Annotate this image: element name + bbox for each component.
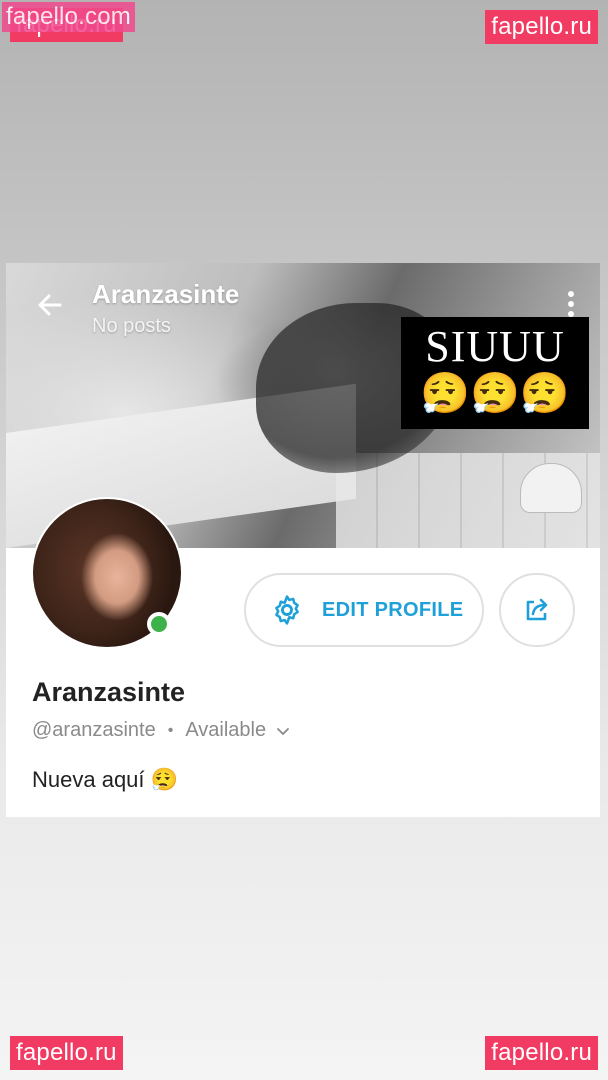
cover-sticker: SIUUU 😮‍💨😮‍💨😮‍💨 [401, 317, 589, 429]
online-status-indicator [147, 612, 171, 636]
watermark-bottom-right: fapello.ru [485, 1036, 598, 1070]
watermark-top-right: fapello.ru [485, 10, 598, 44]
profile-name: Aranzasinte [32, 677, 186, 707]
watermark-bottom-left: fapello.ru [10, 1036, 123, 1070]
profile-handle: @aranzasinte [32, 719, 156, 741]
edit-profile-label: EDIT PROFILE [322, 598, 464, 621]
sticker-text: SIUUU [425, 322, 565, 371]
share-button[interactable] [499, 573, 575, 647]
header-title: Aranzasinte [92, 279, 240, 309]
arrow-left-icon[interactable] [34, 289, 66, 321]
edit-profile-button[interactable]: EDIT PROFILE [244, 573, 484, 647]
profile-bio: Nueva aquí 😮‍💨 [32, 767, 179, 792]
chevron-down-icon[interactable] [274, 722, 292, 740]
share-icon [526, 598, 548, 621]
gear-icon [275, 595, 299, 625]
handle-status-row: @aranzasinte • Available [32, 719, 292, 742]
separator-dot: • [167, 721, 174, 739]
availability-status[interactable]: Available [185, 719, 266, 742]
watermark-top-left-overlay: fapello.com [2, 2, 135, 32]
cover-photo-lamp [520, 463, 582, 513]
sticker-emojis: 😮‍💨😮‍💨😮‍💨 [420, 372, 570, 416]
header-subtitle: No posts [92, 315, 171, 337]
profile-card: Aranzasinte No posts SIUUU 😮‍💨😮‍💨😮‍💨 EDI… [6, 263, 600, 817]
